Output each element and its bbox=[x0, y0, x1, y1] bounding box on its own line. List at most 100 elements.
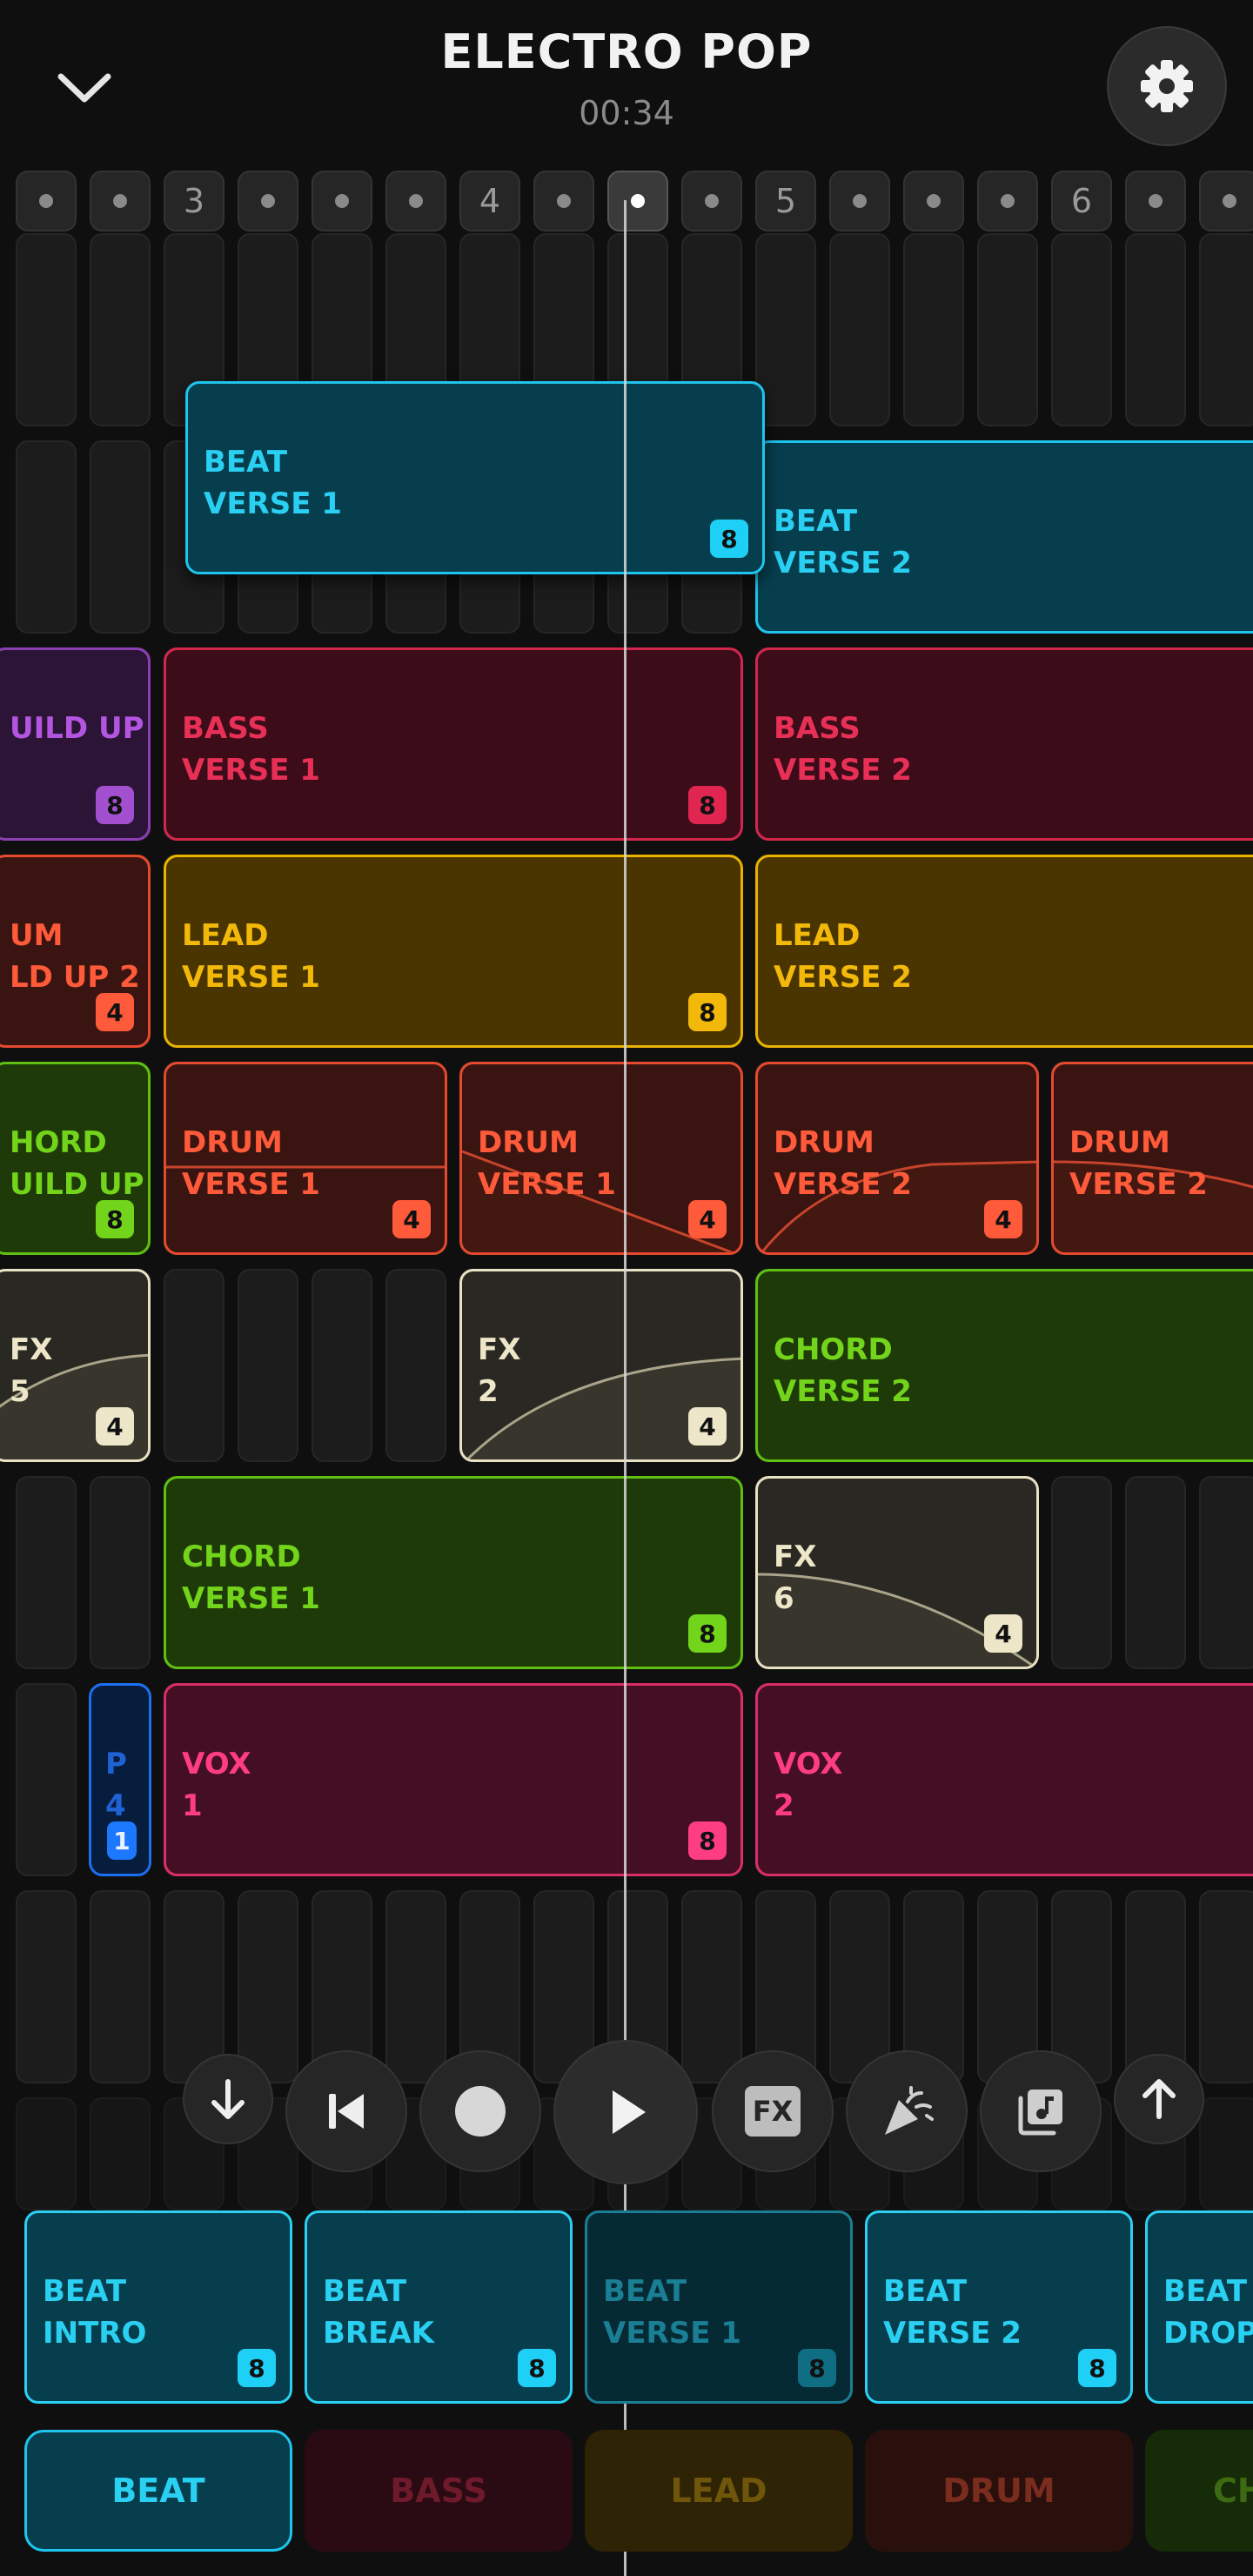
empty-cell[interactable] bbox=[16, 233, 77, 426]
beat-marker[interactable] bbox=[533, 171, 594, 231]
clip-beat-verse-1-dragging[interactable]: BEAT VERSE 1 8 bbox=[185, 381, 765, 574]
empty-cell[interactable] bbox=[90, 2097, 151, 2210]
clip-length-badge: 8 bbox=[688, 786, 727, 824]
move-down-button[interactable] bbox=[183, 2054, 273, 2144]
clip-bass-verse-1[interactable]: BASS VERSE 1 8 bbox=[164, 647, 743, 841]
tab-drum[interactable]: DRUM bbox=[865, 2430, 1133, 2552]
beat-marker[interactable] bbox=[312, 171, 372, 231]
clip-chord-build-up[interactable]: HORD UILD UP 8 bbox=[0, 1062, 151, 1255]
beat-marker[interactable] bbox=[681, 171, 742, 231]
clip-lead-verse-2[interactable]: LEAD VERSE 2 bbox=[755, 855, 1253, 1048]
clip-fx-2[interactable]: FX 2 4 bbox=[459, 1269, 743, 1462]
bar-marker[interactable]: 3 bbox=[164, 171, 224, 231]
empty-cell[interactable] bbox=[1125, 1476, 1186, 1669]
clip-chord-build-up-purple[interactable]: UILD UP 8 bbox=[0, 647, 151, 841]
clip-label: HORD UILD UP bbox=[10, 1125, 144, 1202]
beat-dot bbox=[853, 194, 867, 208]
clip-beat-verse-2[interactable]: BEAT VERSE 2 bbox=[755, 440, 1253, 634]
palette-clip-beat-verse-1[interactable]: BEAT VERSE 1 8 bbox=[585, 2210, 853, 2404]
clip-pad-4[interactable]: P 4 1 bbox=[89, 1683, 151, 1876]
clip-drum-verse-1b[interactable]: DRUM VERSE 1 4 bbox=[459, 1062, 743, 1255]
bar-marker[interactable]: 5 bbox=[755, 171, 816, 231]
clip-drum-verse-1a[interactable]: DRUM VERSE 1 4 bbox=[164, 1062, 447, 1255]
clip-chord-verse-2[interactable]: CHORD VERSE 2 bbox=[755, 1269, 1253, 1462]
empty-cell[interactable] bbox=[16, 1683, 77, 1876]
beat-marker[interactable] bbox=[903, 171, 964, 231]
empty-cell[interactable] bbox=[90, 1890, 151, 2083]
empty-cell[interactable] bbox=[164, 1269, 224, 1462]
tab-beat[interactable]: BEAT bbox=[24, 2430, 292, 2552]
move-up-button[interactable] bbox=[1114, 2054, 1204, 2144]
tab-lead[interactable]: LEAD bbox=[585, 2430, 853, 2552]
bar-marker[interactable]: 4 bbox=[459, 171, 520, 231]
empty-cell[interactable] bbox=[385, 1890, 446, 2083]
clip-vox-2[interactable]: VOX 2 bbox=[755, 1683, 1253, 1876]
library-button[interactable] bbox=[980, 2050, 1102, 2172]
empty-cell[interactable] bbox=[385, 1269, 446, 1462]
empty-cell[interactable] bbox=[1051, 1476, 1112, 1669]
empty-cell[interactable] bbox=[16, 2097, 77, 2210]
empty-cell[interactable] bbox=[829, 233, 890, 426]
fx-button[interactable]: FX bbox=[712, 2050, 834, 2172]
clip-length-badge: 8 bbox=[238, 2349, 276, 2387]
empty-cell[interactable] bbox=[977, 233, 1038, 426]
beat-marker[interactable] bbox=[385, 171, 446, 231]
beat-dot bbox=[557, 194, 571, 208]
bar-marker[interactable]: 6 bbox=[1051, 171, 1112, 231]
palette-clip-beat-verse-2[interactable]: BEAT VERSE 2 8 bbox=[865, 2210, 1133, 2404]
empty-cell[interactable] bbox=[16, 440, 77, 634]
beat-marker[interactable] bbox=[1199, 171, 1253, 231]
empty-cell[interactable] bbox=[238, 1269, 298, 1462]
beat-marker[interactable] bbox=[90, 171, 151, 231]
empty-cell[interactable] bbox=[1199, 1476, 1253, 1669]
tab-bass[interactable]: BASS bbox=[305, 2430, 573, 2552]
empty-cell[interactable] bbox=[90, 233, 151, 426]
palette-clip-beat-break[interactable]: BEAT BREAK 8 bbox=[305, 2210, 573, 2404]
empty-cell[interactable] bbox=[164, 1890, 224, 2083]
clip-label: BEAT VERSE 2 bbox=[883, 2274, 1022, 2351]
settings-button[interactable] bbox=[1107, 26, 1227, 146]
empty-cell[interactable] bbox=[1051, 233, 1112, 426]
clip-bass-verse-2[interactable]: BASS VERSE 2 bbox=[755, 647, 1253, 841]
beat-marker[interactable] bbox=[829, 171, 890, 231]
clip-label: DRUM VERSE 2 bbox=[774, 1125, 912, 1202]
clip-fx-6[interactable]: FX 6 4 bbox=[755, 1476, 1039, 1669]
empty-cell[interactable] bbox=[1125, 233, 1186, 426]
clip-label: DRUM VERSE 2 bbox=[1069, 1125, 1208, 1202]
skip-back-button[interactable] bbox=[285, 2050, 407, 2172]
clip-drum-verse-2b[interactable]: DRUM VERSE 2 bbox=[1051, 1062, 1253, 1255]
empty-cell[interactable] bbox=[90, 440, 151, 634]
palette-clip-beat-intro[interactable]: BEAT INTRO 8 bbox=[24, 2210, 292, 2404]
empty-cell[interactable] bbox=[16, 1890, 77, 2083]
palette-clip-beat-drop[interactable]: BEAT DROP bbox=[1145, 2210, 1253, 2404]
empty-cell[interactable] bbox=[238, 1890, 298, 2083]
tab-chord[interactable]: CH bbox=[1145, 2430, 1253, 2552]
empty-cell[interactable] bbox=[1199, 2097, 1253, 2210]
empty-cell[interactable] bbox=[90, 1476, 151, 1669]
clip-drum-verse-2a[interactable]: DRUM VERSE 2 4 bbox=[755, 1062, 1039, 1255]
clip-chord-verse-1[interactable]: CHORD VERSE 1 8 bbox=[164, 1476, 743, 1669]
page-title: ELECTRO POP bbox=[440, 24, 813, 79]
clip-lead-verse-1[interactable]: LEAD VERSE 1 8 bbox=[164, 855, 743, 1048]
beat-marker[interactable] bbox=[1125, 171, 1186, 231]
empty-cell[interactable] bbox=[1199, 233, 1253, 426]
beat-marker[interactable] bbox=[977, 171, 1038, 231]
empty-cell[interactable] bbox=[16, 1476, 77, 1669]
clip-length-badge: 4 bbox=[984, 1614, 1022, 1653]
empty-cell[interactable] bbox=[1199, 1890, 1253, 2083]
party-button[interactable] bbox=[846, 2050, 968, 2172]
empty-cell[interactable] bbox=[312, 1269, 372, 1462]
beat-marker[interactable] bbox=[238, 171, 298, 231]
empty-cell[interactable] bbox=[829, 1890, 890, 2083]
clip-vox-1[interactable]: VOX 1 8 bbox=[164, 1683, 743, 1876]
record-button[interactable] bbox=[419, 2050, 541, 2172]
play-button[interactable] bbox=[553, 2040, 698, 2184]
clip-label: FX 6 bbox=[774, 1540, 817, 1616]
empty-cell[interactable] bbox=[903, 233, 964, 426]
clip-length-badge: 4 bbox=[984, 1200, 1022, 1238]
clip-fx-5[interactable]: FX 5 4 bbox=[0, 1269, 151, 1462]
beat-marker-current[interactable] bbox=[607, 171, 668, 231]
beat-marker[interactable] bbox=[16, 171, 77, 231]
empty-cell[interactable] bbox=[681, 1890, 742, 2083]
clip-drum-build-up-2[interactable]: UM LD UP 2 4 bbox=[0, 855, 151, 1048]
